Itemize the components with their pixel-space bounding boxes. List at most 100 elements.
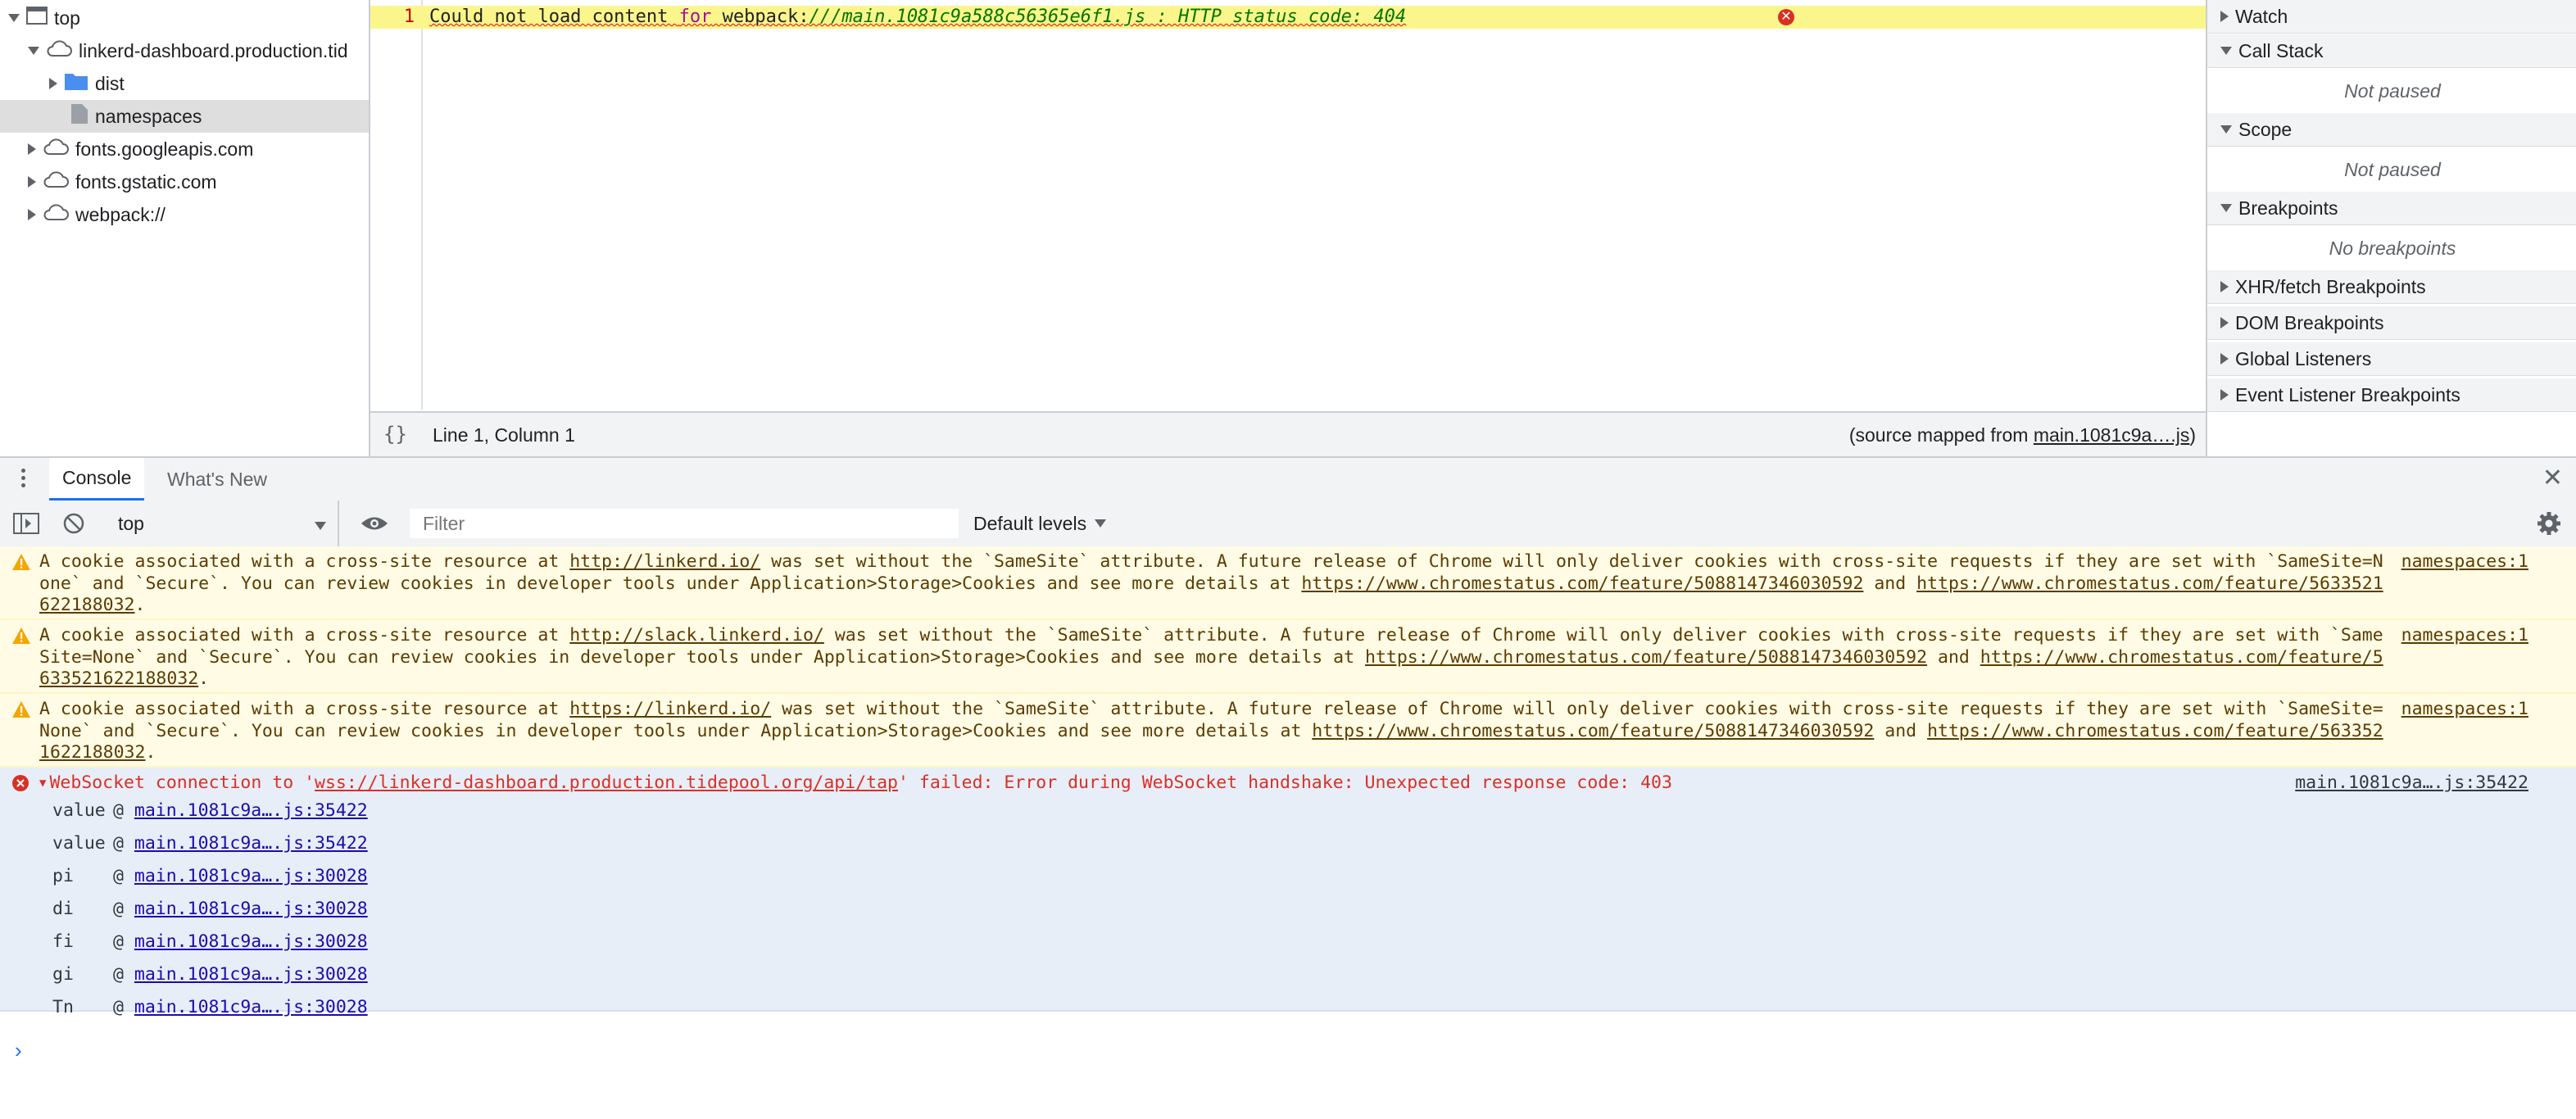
- message-source-link[interactable]: namespaces:1: [2401, 551, 2528, 573]
- chevron-right-icon[interactable]: [28, 209, 36, 220]
- section-call-stack[interactable]: Call Stack: [2207, 34, 2576, 68]
- chromestatus-link[interactable]: https://www.chromestatus.com/feature/508…: [1301, 573, 1863, 594]
- cloud-icon: [43, 203, 69, 227]
- stack-frame-link[interactable]: main.1081c9a….js:35422: [134, 800, 368, 821]
- file-icon: [70, 103, 88, 130]
- warning-icon: [11, 553, 31, 577]
- tab-console[interactable]: Console: [49, 458, 145, 501]
- console-prompt[interactable]: ›: [15, 1038, 22, 1063]
- tree-item-label: dist: [95, 72, 125, 94]
- editor-status-bar: {} Line 1, Column 1 (source mapped from …: [370, 411, 2206, 458]
- stack-frame-link[interactable]: main.1081c9a….js:35422: [134, 833, 368, 854]
- warning-url-link[interactable]: https://linkerd.io/: [569, 699, 771, 719]
- code-editor[interactable]: 1 Could not load content for webpack:///…: [370, 0, 2206, 458]
- section-scope[interactable]: Scope: [2207, 113, 2576, 147]
- chromestatus-link[interactable]: https://www.chromestatus.com/feature/508…: [1365, 647, 1927, 668]
- stack-frame-at: @: [113, 997, 124, 1017]
- tree-item-dist[interactable]: dist: [0, 67, 418, 100]
- sidebar-toggle-icon[interactable]: [13, 501, 39, 546]
- warning-url-link[interactable]: http://linkerd.io/: [569, 551, 760, 572]
- stack-frame-function: di: [52, 899, 74, 919]
- chevron-right-icon[interactable]: [28, 143, 36, 155]
- stack-frame-at: @: [113, 964, 124, 985]
- call-stack-status: Not paused: [2207, 69, 2576, 114]
- stack-frame-link[interactable]: main.1081c9a….js:30028: [134, 931, 368, 952]
- stack-frame-function: fi: [52, 931, 74, 952]
- tab-whats-new[interactable]: What's New: [154, 458, 280, 501]
- chromestatus-link[interactable]: https://www.chromestatus.com/feature/508…: [1312, 721, 1874, 741]
- scope-status: Not paused: [2207, 147, 2576, 193]
- warning-text-segment: A cookie associated with a cross-site re…: [39, 551, 570, 572]
- log-levels-dropdown[interactable]: Default levels: [973, 501, 1113, 546]
- chevron-down-icon[interactable]: [8, 14, 20, 22]
- warning-url-link[interactable]: http://slack.linkerd.io/: [569, 625, 824, 646]
- warning-text: A cookie associated with a cross-site re…: [39, 699, 2391, 764]
- tree-item-top[interactable]: top: [0, 2, 377, 34]
- file-navigator: top linkerd-dashboard.production.tid dis…: [0, 0, 370, 456]
- pretty-print-button[interactable]: {}: [383, 423, 407, 446]
- expand-triangle-icon[interactable]: ▼: [39, 772, 46, 794]
- frame-icon: [26, 6, 48, 30]
- prompt-chevron-icon: ›: [15, 1038, 22, 1062]
- chevron-right-icon[interactable]: [49, 78, 57, 89]
- gear-icon[interactable]: [2537, 501, 2561, 546]
- source-map-link[interactable]: main.1081c9a….js: [2034, 424, 2190, 446]
- more-tools-icon[interactable]: [21, 469, 26, 491]
- context-select-value: top: [118, 512, 144, 534]
- section-event-listener-breakpoints[interactable]: Event Listener Breakpoints: [2207, 378, 2576, 412]
- close-icon[interactable]: ✕: [2542, 466, 2563, 491]
- eye-icon[interactable]: [361, 501, 388, 546]
- tree-item-googleapis[interactable]: fonts.googleapis.com: [0, 133, 397, 165]
- section-global-listeners[interactable]: Global Listeners: [2207, 342, 2576, 376]
- stack-frame-at: @: [113, 866, 124, 886]
- message-source-link[interactable]: namespaces:1: [2401, 625, 2528, 646]
- filter-input[interactable]: [410, 509, 959, 538]
- tree-item-gstatic[interactable]: fonts.gstatic.com: [0, 165, 397, 198]
- tree-item-label: namespaces: [95, 105, 202, 127]
- error-text[interactable]: ▼ WebSocket connection to 'wss://linkerd-…: [39, 772, 1672, 794]
- chevron-right-icon[interactable]: [28, 176, 36, 188]
- stack-frame-at: @: [113, 800, 124, 821]
- section-dom-breakpoints[interactable]: DOM Breakpoints: [2207, 306, 2576, 340]
- warning-text-segment: and: [1874, 720, 1928, 741]
- tree-item-domain[interactable]: linkerd-dashboard.production.tid: [0, 34, 397, 67]
- drawer-tab-bar: Console What's New ✕: [0, 456, 2576, 502]
- chevron-down-icon: [315, 513, 338, 535]
- console-messages: A cookie associated with a cross-site re…: [0, 546, 2576, 1119]
- chevron-down-icon[interactable]: [28, 47, 39, 55]
- stack-frame: Tn @ main.1081c9a….js:30028: [52, 997, 368, 1018]
- message-source-link[interactable]: namespaces:1: [2401, 699, 2528, 720]
- cloud-icon: [43, 170, 69, 194]
- warning-text-segment: and: [1927, 646, 1980, 668]
- stack-frame-at: @: [113, 931, 124, 952]
- stack-frame-at: @: [113, 899, 124, 919]
- chevron-right-icon: [2220, 389, 2229, 401]
- section-xhr-breakpoints[interactable]: XHR/fetch Breakpoints: [2207, 270, 2576, 304]
- stack-frame-link[interactable]: main.1081c9a….js:30028: [134, 899, 368, 919]
- stack-frame: gi @ main.1081c9a….js:30028: [52, 964, 368, 985]
- error-icon[interactable]: ✕: [1778, 9, 1794, 25]
- code-segment: Could not load content: [429, 7, 679, 27]
- websocket-url-link[interactable]: wss://linkerd-dashboard.production.tidep…: [315, 772, 898, 793]
- tree-item-namespaces[interactable]: namespaces: [0, 100, 369, 133]
- stack-frame-link[interactable]: main.1081c9a….js:30028: [134, 964, 368, 985]
- context-select[interactable]: top: [108, 501, 339, 546]
- chevron-down-icon: [1095, 519, 1107, 528]
- chevron-right-icon: [2220, 281, 2229, 292]
- section-watch[interactable]: Watch: [2207, 0, 2576, 34]
- tree-item-webpack[interactable]: webpack://: [0, 198, 397, 231]
- warning-text-segment: A cookie associated with a cross-site re…: [39, 625, 570, 646]
- stack-frame-function: value: [52, 833, 106, 854]
- section-breakpoints[interactable]: Breakpoints: [2207, 192, 2576, 225]
- clear-console-icon[interactable]: [62, 501, 85, 546]
- console-toolbar: top Default levels: [0, 501, 2576, 548]
- stack-frame-function: value: [52, 800, 106, 821]
- stack-frame-link[interactable]: main.1081c9a….js:30028: [134, 866, 368, 886]
- code-line[interactable]: 1 Could not load content for webpack:///…: [370, 6, 2206, 29]
- stack-frame-link[interactable]: main.1081c9a….js:30028: [134, 997, 368, 1017]
- section-title: Call Stack: [2238, 39, 2324, 61]
- code-keyword: for: [678, 7, 712, 27]
- message-source-link[interactable]: main.1081c9a….js:35422: [2295, 772, 2528, 794]
- source-prefix: (source mapped from: [1848, 424, 2034, 446]
- section-title: Event Listener Breakpoints: [2235, 383, 2460, 405]
